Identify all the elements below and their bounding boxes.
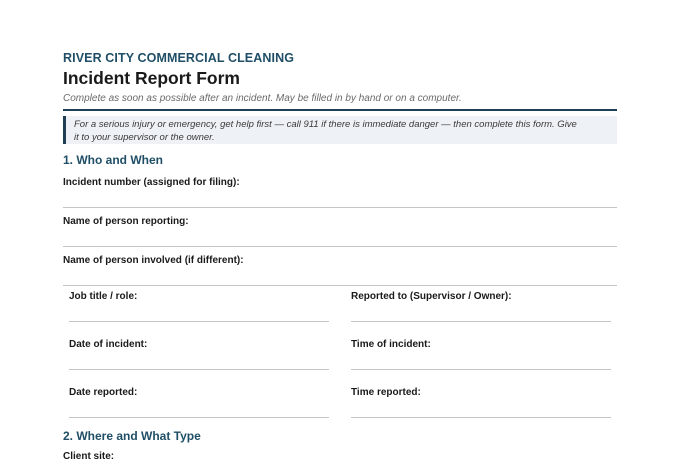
time-of-incident-field[interactable]: [351, 369, 611, 370]
emergency-notice: For a serious injury or emergency, get h…: [63, 116, 617, 144]
incident-number-label: Incident number (assigned for filing):: [63, 177, 240, 188]
incident-number-field[interactable]: [63, 207, 617, 208]
date-of-incident-field[interactable]: [69, 369, 329, 370]
time-reported-field[interactable]: [351, 417, 611, 418]
reported-to-label: Reported to (Supervisor / Owner):: [351, 291, 512, 302]
person-involved-field[interactable]: [63, 285, 617, 286]
person-reporting-field[interactable]: [63, 246, 617, 247]
person-reporting-label: Name of person reporting:: [63, 216, 189, 227]
date-reported-label: Date reported:: [69, 387, 138, 398]
emergency-notice-line-1: For a serious injury or emergency, get h…: [74, 119, 577, 130]
date-of-incident-label: Date of incident:: [69, 339, 148, 350]
time-reported-label: Time reported:: [351, 387, 421, 398]
reported-to-field[interactable]: [351, 321, 611, 322]
emergency-notice-line-2: it to your supervisor or the owner.: [74, 131, 215, 143]
page-title: Incident Report Form: [63, 68, 240, 88]
header-divider: [63, 109, 617, 111]
section-2-title: 2. Where and What Type: [63, 429, 201, 443]
date-reported-field[interactable]: [69, 417, 329, 418]
section-1-title: 1. Who and When: [63, 153, 163, 167]
time-of-incident-label: Time of incident:: [351, 339, 431, 350]
company-name: RIVER CITY COMMERCIAL CLEANING: [63, 51, 295, 65]
job-title-field[interactable]: [69, 321, 329, 322]
form-instructions: Complete as soon as possible after an in…: [63, 93, 462, 104]
job-title-label: Job title / role:: [69, 291, 138, 302]
person-involved-label: Name of person involved (if different):: [63, 255, 244, 266]
client-site-label: Client site:: [63, 451, 115, 462]
